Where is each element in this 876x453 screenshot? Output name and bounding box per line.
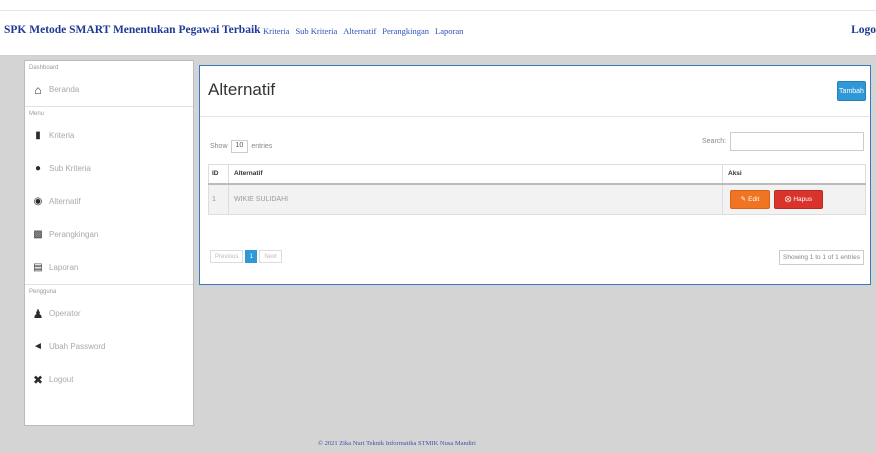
app-brand[interactable]: SPK Metode SMART Menentukan Pegawai Terb… xyxy=(4,24,261,36)
cell-aksi: ✎ Edit ⨂ Hapus xyxy=(722,183,866,215)
top-divider xyxy=(0,10,876,11)
sidebar-item-label: Laporan xyxy=(49,263,79,272)
entries-select[interactable]: 10 xyxy=(230,140,249,153)
nav-kriteria[interactable]: Kriteria xyxy=(263,26,289,36)
key-icon: ◄ xyxy=(33,341,43,352)
previous-page-button[interactable]: Previous xyxy=(210,250,244,263)
sidebar-item-ubah-password[interactable]: ◄ Ubah Password xyxy=(25,330,193,363)
sidebar-item-label: Beranda xyxy=(49,85,80,94)
sidebar-item-sub-kriteria[interactable]: ● Sub Kriteria xyxy=(25,152,193,185)
sidebar-item-kriteria[interactable]: ▮ Kriteria xyxy=(25,119,193,152)
users-icon: ◉ xyxy=(33,196,43,207)
add-alternative-button[interactable]: Tambah xyxy=(837,81,866,101)
page-title: Alternatif xyxy=(208,80,276,99)
pagination: Previous 1 Next xyxy=(210,250,282,263)
logout-link-top[interactable]: Logo xyxy=(851,24,876,36)
close-icon: ✖ xyxy=(32,372,44,387)
table-header-row: ID Alternatif Aksi xyxy=(208,164,866,185)
sidebar-item-label: Ubah Password xyxy=(49,342,106,351)
alternatif-table: ID Alternatif Aksi 1 WIKIE SULIDAHI ✎ Ed… xyxy=(208,164,866,215)
column-header-aksi[interactable]: Aksi xyxy=(722,164,866,185)
show-label: Show xyxy=(210,143,228,150)
column-header-id[interactable]: ID xyxy=(208,164,229,185)
nav-perangkingan[interactable]: Perangkingan xyxy=(382,26,429,36)
sidebar-item-label: Sub Kriteria xyxy=(49,164,91,173)
sidebar-heading-pengguna: Pengguna xyxy=(29,289,57,295)
column-header-alternatif[interactable]: Alternatif xyxy=(228,164,723,185)
footer-copyright: © 2021 Zika Nuri Teknik Informatika STMI… xyxy=(318,440,476,447)
user-icon: ♟ xyxy=(32,306,44,321)
table-search: Search: xyxy=(702,132,865,151)
nav-laporan[interactable]: Laporan xyxy=(435,26,463,36)
home-icon: ⌂ xyxy=(34,82,42,97)
entries-label: entries xyxy=(251,143,273,150)
sidebar-heading-menu: Menu xyxy=(29,111,45,117)
title-divider xyxy=(200,116,870,117)
sidebar-item-logout[interactable]: ✖ Logout xyxy=(25,363,193,396)
sidebar-item-laporan[interactable]: ▤ Laporan xyxy=(25,251,193,284)
next-page-button[interactable]: Next xyxy=(259,250,282,263)
sidebar-item-perangkingan[interactable]: ▩ Perangkingan xyxy=(25,218,193,251)
entries-length-control: Show 10 entries xyxy=(210,140,272,153)
sidebar-item-operator[interactable]: ♟ Operator xyxy=(25,297,193,330)
table-info: Showing 1 to 1 of 1 entries xyxy=(779,250,864,265)
sidebar-item-label: Perangkingan xyxy=(49,230,99,239)
trash-icon: ⨂ xyxy=(784,196,792,204)
tag-icon: ▮ xyxy=(35,130,41,141)
search-label: Search: xyxy=(702,138,727,145)
top-navbar: SPK Metode SMART Menentukan Pegawai Terb… xyxy=(0,0,876,56)
pencil-icon: ✎ xyxy=(740,196,747,204)
sidebar-heading-dashboard: Dashboard xyxy=(29,65,59,71)
sidebar: Dashboard ⌂ Beranda Menu ▮ Kriteria ● Su… xyxy=(24,60,194,426)
sidebar-item-label: Alternatif xyxy=(49,197,81,206)
delete-label: Hapus xyxy=(793,195,813,203)
edit-label: Edit xyxy=(748,195,760,203)
nav-sub-kriteria[interactable]: Sub Kriteria xyxy=(295,26,337,36)
sidebar-item-label: Operator xyxy=(49,309,81,318)
alternatif-panel: Alternatif Tambah Show 10 entries Search… xyxy=(199,65,871,285)
sidebar-item-label: Kriteria xyxy=(49,131,75,140)
table-row: 1 WIKIE SULIDAHI ✎ Edit ⨂ Hapus xyxy=(208,183,866,215)
document-icon: ▤ xyxy=(33,262,43,273)
search-input[interactable] xyxy=(730,132,865,151)
cell-id: 1 xyxy=(208,183,229,215)
sidebar-item-alternatif[interactable]: ◉ Alternatif xyxy=(25,185,193,218)
bar-chart-icon: ▩ xyxy=(33,229,43,240)
sidebar-item-beranda[interactable]: ⌂ Beranda xyxy=(25,73,193,106)
page-1-button[interactable]: 1 xyxy=(245,250,258,263)
edit-button[interactable]: ✎ Edit xyxy=(730,189,770,209)
nav-alternatif[interactable]: Alternatif xyxy=(343,26,376,36)
top-nav-links: Kriteria Sub Kriteria Alternatif Perangk… xyxy=(263,26,463,36)
row-actions: ✎ Edit ⨂ Hapus xyxy=(728,189,865,209)
sidebar-item-label: Logout xyxy=(49,375,74,384)
delete-button[interactable]: ⨂ Hapus xyxy=(774,189,823,209)
cell-alternatif: WIKIE SULIDAHI xyxy=(228,183,723,215)
pin-icon: ● xyxy=(34,163,42,174)
